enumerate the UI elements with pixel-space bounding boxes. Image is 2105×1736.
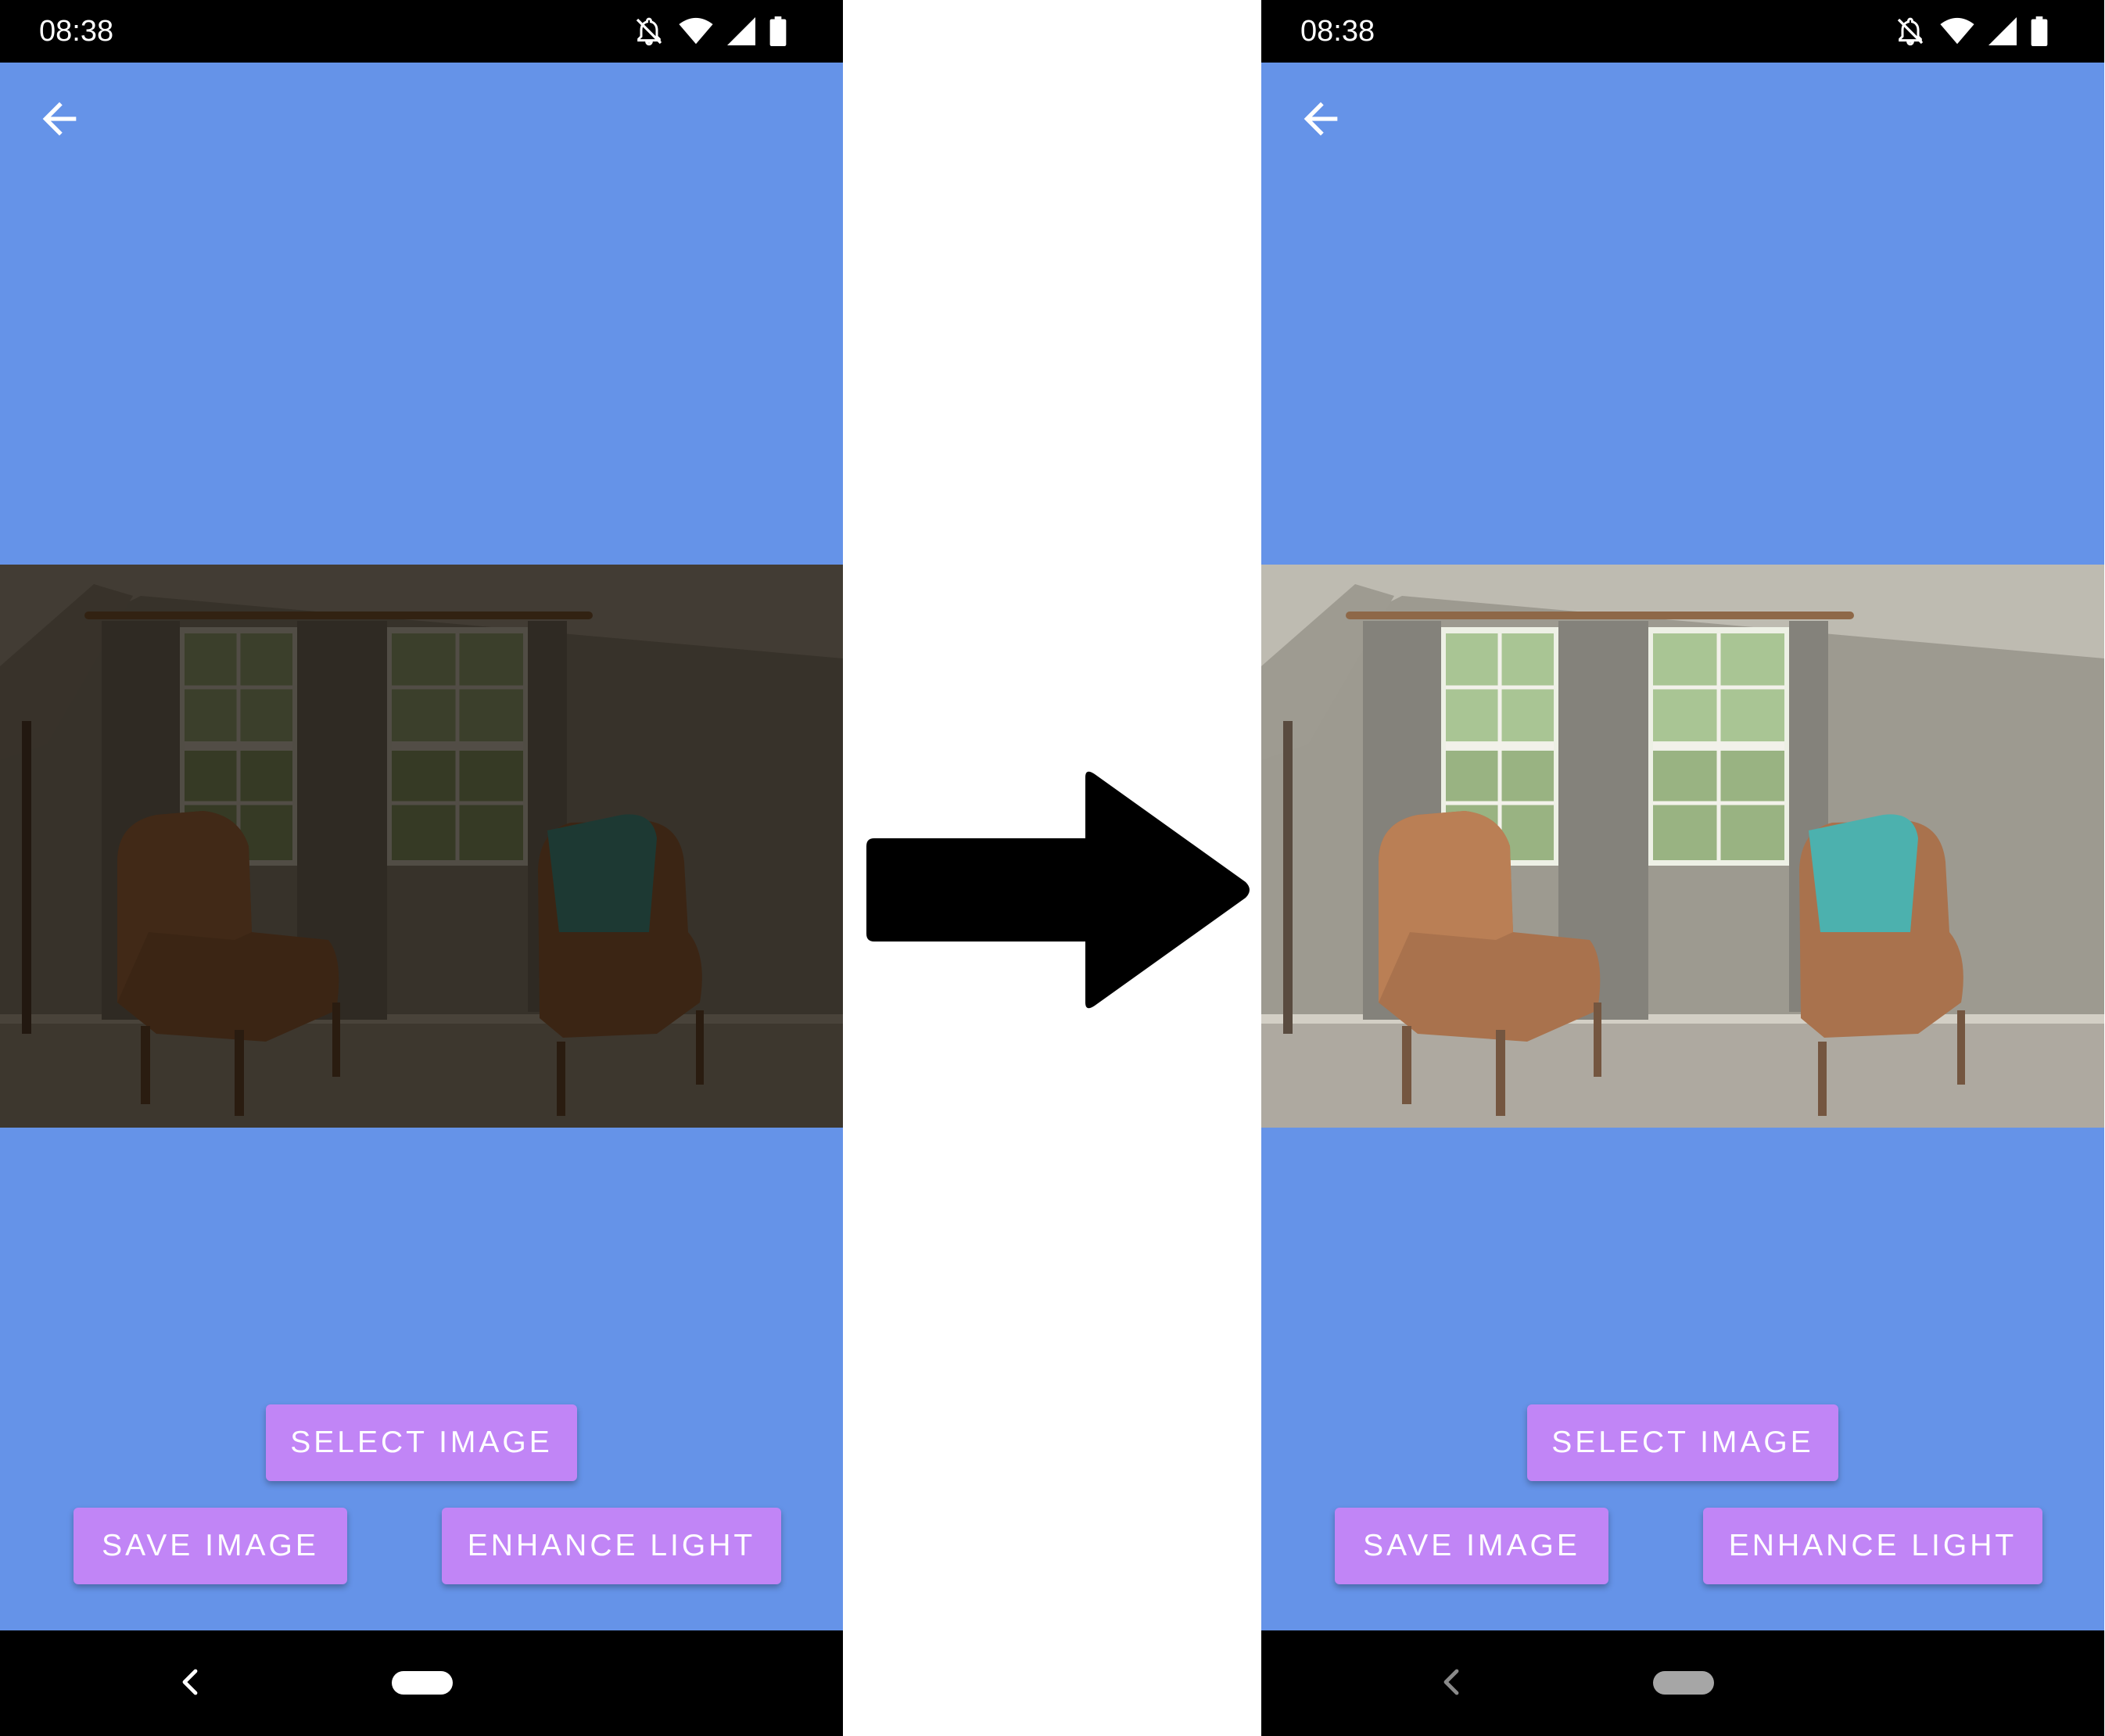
status-icons xyxy=(633,11,787,52)
cell-signal-icon xyxy=(727,17,755,45)
notifications-off-icon xyxy=(633,16,665,47)
navigation-bar xyxy=(1261,1630,2104,1736)
status-time: 08:38 xyxy=(39,15,114,48)
wifi-icon xyxy=(679,17,713,45)
room-photo-enhanced xyxy=(1261,565,2104,1128)
save-image-button[interactable]: SAVE IMAGE xyxy=(74,1508,347,1584)
enhance-light-button[interactable]: ENHANCE LIGHT xyxy=(442,1508,781,1584)
navigation-bar xyxy=(0,1630,843,1736)
save-image-button[interactable]: SAVE IMAGE xyxy=(1335,1508,1608,1584)
wifi-icon xyxy=(1940,17,1974,45)
battery-icon xyxy=(2031,16,2048,46)
status-icons xyxy=(1895,11,2048,52)
nav-back-icon[interactable] xyxy=(175,1666,206,1698)
status-bar: 08:38 xyxy=(0,0,843,63)
status-bar: 08:38 xyxy=(1261,0,2104,63)
notifications-off-icon xyxy=(1895,16,1926,47)
phone-screen-after: 08:38 SELECT IMAGE SAVE IMAGE ENHANCE LI… xyxy=(1261,0,2104,1736)
battery-icon xyxy=(769,16,787,46)
nav-back-icon[interactable] xyxy=(1436,1666,1468,1698)
cell-signal-icon xyxy=(1988,17,2017,45)
room-photo-dark xyxy=(0,565,843,1128)
right-arrow-icon xyxy=(866,768,1253,1012)
select-image-button[interactable]: SELECT IMAGE xyxy=(266,1404,577,1481)
select-image-button[interactable]: SELECT IMAGE xyxy=(1527,1404,1838,1481)
enhance-light-button[interactable]: ENHANCE LIGHT xyxy=(1703,1508,2042,1584)
nav-home-pill[interactable] xyxy=(1653,1671,1714,1695)
status-time: 08:38 xyxy=(1300,15,1375,48)
nav-home-pill[interactable] xyxy=(392,1671,453,1695)
phone-screen-before: 08:38 SELECT IMAGE SAVE IMAGE ENHANCE LI… xyxy=(0,0,843,1736)
arrow-back-icon[interactable] xyxy=(34,94,84,144)
arrow-back-icon[interactable] xyxy=(1296,94,1346,144)
